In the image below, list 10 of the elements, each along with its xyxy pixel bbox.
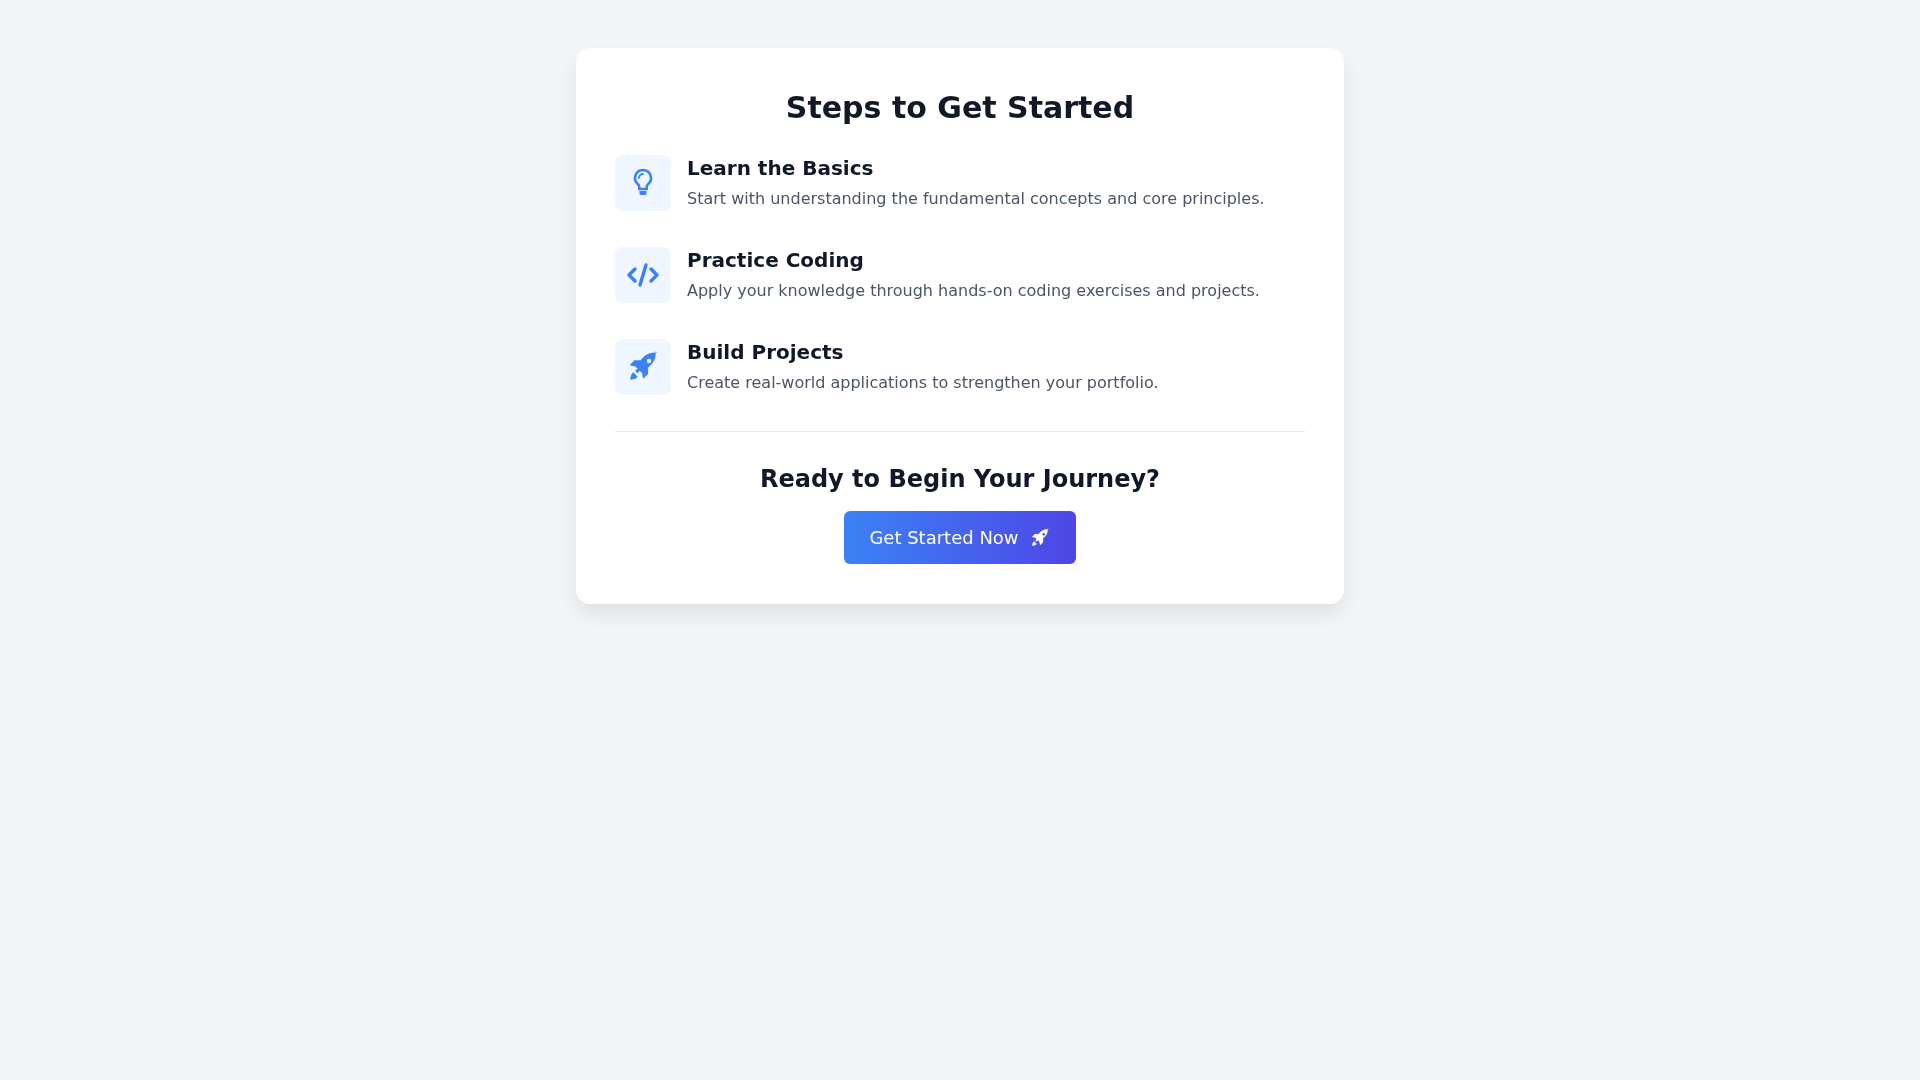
- step-title: Learn the Basics: [687, 155, 875, 181]
- step-description: Apply your knowledge through hands-on coding exercises and projects.: [687, 280, 1260, 302]
- step-title: Practice Coding: [687, 247, 865, 273]
- step-title: Build Projects: [687, 339, 845, 365]
- card-title: Steps to Get Started: [784, 89, 1136, 127]
- cta-heading: Ready to Begin Your Journey?: [758, 464, 1162, 495]
- get-started-button[interactable]: Get Started Now: [844, 511, 1076, 565]
- code-icon: [626, 262, 660, 288]
- step-description: Start with understanding the fundamental concepts and core principles.: [687, 188, 1265, 210]
- step-description: Create real-world applications to strengthen your portfolio.: [687, 372, 1159, 394]
